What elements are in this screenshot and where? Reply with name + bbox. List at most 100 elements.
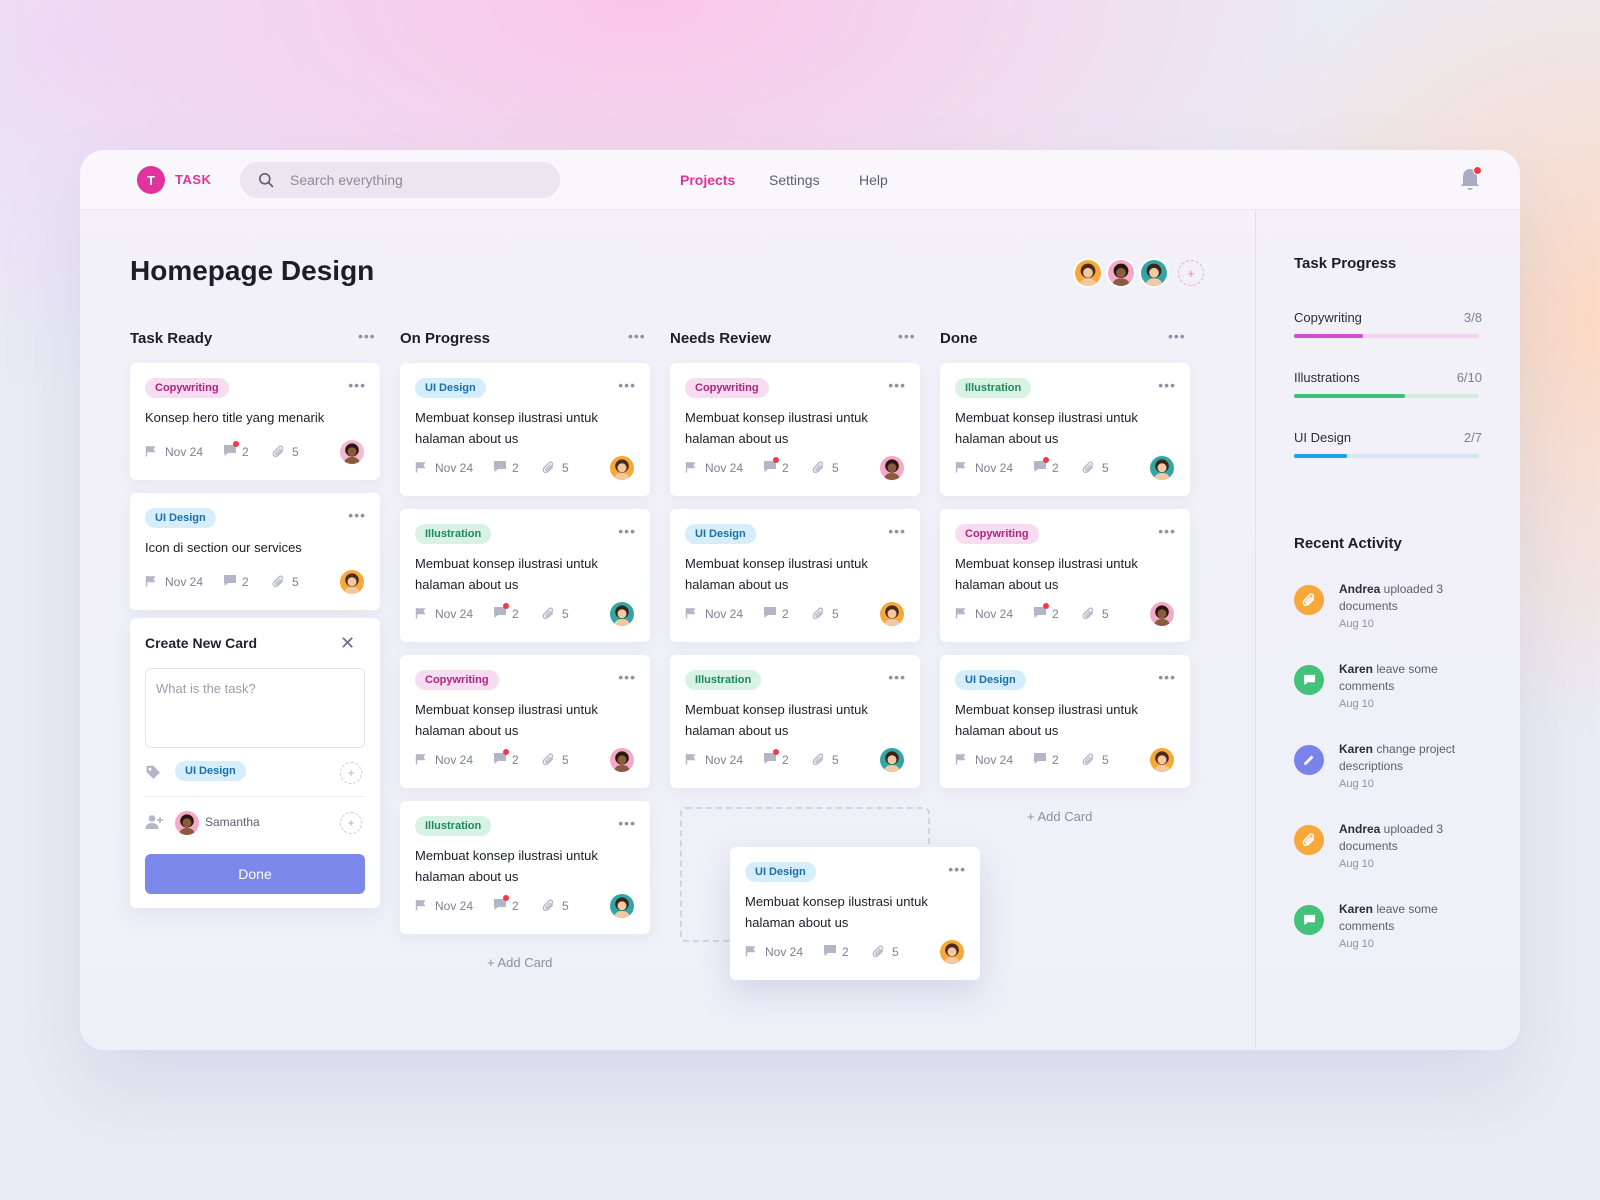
due-date: Nov 24 <box>705 461 744 475</box>
assignee-avatar[interactable] <box>880 602 904 626</box>
attachment-count: 5 <box>832 753 839 767</box>
comment-icon[interactable] <box>763 606 777 622</box>
task-tag[interactable]: UI Design <box>745 862 816 882</box>
paperclip-icon[interactable] <box>542 899 555 915</box>
card-meta: Nov 24 2 5 <box>745 942 965 962</box>
comment-icon[interactable] <box>223 574 237 590</box>
paperclip-icon[interactable] <box>1082 753 1095 769</box>
comment-icon[interactable] <box>1033 752 1047 768</box>
flag-icon <box>415 899 427 914</box>
paperclip-icon[interactable] <box>542 753 555 769</box>
task-card[interactable]: Copywriting ••• Membuat konsep ilustrasi u… <box>940 509 1190 642</box>
add-card-button[interactable]: + Add Card <box>1027 809 1092 824</box>
task-card[interactable]: UI Design ••• Icon di section our services… <box>130 493 380 610</box>
task-card[interactable]: Copywriting ••• Membuat konsep ilustrasi u… <box>400 655 650 788</box>
assignee-avatar[interactable] <box>610 748 634 772</box>
nav-projects[interactable]: Projects <box>680 172 735 188</box>
more-options-icon[interactable]: ••• <box>348 377 366 393</box>
assignee-avatar[interactable] <box>880 748 904 772</box>
assignee-avatar[interactable] <box>940 940 964 964</box>
more-options-icon[interactable]: ••• <box>888 669 906 685</box>
task-tag[interactable]: Copywriting <box>415 670 499 690</box>
activity-text: Andrea uploaded 3 documents <box>1339 581 1489 615</box>
more-options-icon[interactable]: ••• <box>1158 377 1176 393</box>
more-options-icon[interactable]: ••• <box>618 815 636 831</box>
task-card[interactable]: Illustration ••• Membuat konsep ilustrasi … <box>940 363 1190 496</box>
task-tag[interactable]: UI Design <box>685 524 756 544</box>
paperclip-icon[interactable] <box>1082 607 1095 623</box>
more-options-icon[interactable]: ••• <box>1158 669 1176 685</box>
done-button[interactable]: Done <box>145 854 365 894</box>
dragging-task-card[interactable]: UI Design ••• Membuat konsep ilustrasi unt… <box>730 847 980 980</box>
paperclip-icon[interactable] <box>542 607 555 623</box>
logo-text[interactable]: TASK <box>175 172 211 187</box>
assignee-avatar[interactable] <box>880 456 904 480</box>
selected-tag[interactable]: UI Design <box>175 761 246 781</box>
task-card[interactable]: Copywriting ••• Membuat konsep ilustrasi u… <box>670 363 920 496</box>
task-tag[interactable]: Copywriting <box>955 524 1039 544</box>
column-more-icon[interactable]: ••• <box>628 328 648 344</box>
add-card-button[interactable]: + Add Card <box>487 955 552 970</box>
more-options-icon[interactable]: ••• <box>888 377 906 393</box>
more-options-icon[interactable]: ••• <box>348 507 366 523</box>
nav-help[interactable]: Help <box>859 172 888 188</box>
add-assignee-button[interactable]: + <box>340 812 362 834</box>
task-tag[interactable]: Illustration <box>415 524 492 544</box>
search-bar[interactable] <box>240 162 560 198</box>
more-options-icon[interactable]: ••• <box>618 523 636 539</box>
task-card[interactable]: UI Design ••• Membuat konsep ilustrasi unt… <box>400 363 650 496</box>
paperclip-icon[interactable] <box>542 461 555 477</box>
task-tag[interactable]: Illustration <box>415 816 492 836</box>
task-tag[interactable]: UI Design <box>415 378 486 398</box>
task-card[interactable]: Illustration ••• Membuat konsep ilustrasi … <box>670 655 920 788</box>
column-more-icon[interactable]: ••• <box>1168 328 1188 344</box>
nav-settings[interactable]: Settings <box>769 172 820 188</box>
task-card[interactable]: Copywriting ••• Konsep hero title yang men… <box>130 363 380 480</box>
assignee-avatar[interactable] <box>1150 456 1174 480</box>
comment-icon[interactable] <box>823 944 837 960</box>
more-options-icon[interactable]: ••• <box>618 669 636 685</box>
assignee-avatar[interactable] <box>340 440 364 464</box>
task-tag[interactable]: Illustration <box>955 378 1032 398</box>
assignee-avatar[interactable] <box>340 570 364 594</box>
more-options-icon[interactable]: ••• <box>948 861 966 877</box>
more-options-icon[interactable]: ••• <box>618 377 636 393</box>
task-tag[interactable]: Copywriting <box>145 378 229 398</box>
assignee-avatar[interactable] <box>1150 602 1174 626</box>
task-card[interactable]: Illustration ••• Membuat konsep ilustrasi … <box>400 509 650 642</box>
task-card[interactable]: UI Design ••• Membuat konsep ilustrasi unt… <box>940 655 1190 788</box>
assignee-avatar[interactable] <box>1150 748 1174 772</box>
more-options-icon[interactable]: ••• <box>888 523 906 539</box>
paperclip-icon[interactable] <box>812 607 825 623</box>
progress-label: UI Design <box>1294 430 1352 445</box>
task-card[interactable]: UI Design ••• Membuat konsep ilustrasi unt… <box>670 509 920 642</box>
assignee-avatar[interactable] <box>610 602 634 626</box>
paperclip-icon[interactable] <box>272 575 285 591</box>
paperclip-icon[interactable] <box>272 445 285 461</box>
paperclip-icon[interactable] <box>812 461 825 477</box>
task-tag[interactable]: Illustration <box>685 670 762 690</box>
member-avatar[interactable] <box>1139 258 1169 288</box>
task-tag[interactable]: UI Design <box>955 670 1026 690</box>
assignee-avatar[interactable] <box>610 456 634 480</box>
paperclip-icon[interactable] <box>872 945 885 961</box>
task-card[interactable]: Illustration ••• Membuat konsep ilustrasi … <box>400 801 650 934</box>
member-avatar[interactable] <box>1073 258 1103 288</box>
column-more-icon[interactable]: ••• <box>358 328 378 344</box>
paperclip-icon[interactable] <box>1082 461 1095 477</box>
comment-icon[interactable] <box>493 460 507 476</box>
task-tag[interactable]: Copywriting <box>685 378 769 398</box>
member-avatar[interactable] <box>1106 258 1136 288</box>
attachment-count: 5 <box>562 753 569 767</box>
more-options-icon[interactable]: ••• <box>1158 523 1176 539</box>
task-tag[interactable]: UI Design <box>145 508 216 528</box>
close-icon[interactable]: ✕ <box>340 634 355 652</box>
column-more-icon[interactable]: ••• <box>898 328 918 344</box>
add-tag-button[interactable]: + <box>340 762 362 784</box>
logo-icon[interactable]: T <box>137 166 165 194</box>
add-member-button[interactable]: + <box>1178 260 1204 286</box>
task-input[interactable] <box>145 668 365 748</box>
paperclip-icon[interactable] <box>812 753 825 769</box>
assignee-avatar[interactable] <box>610 894 634 918</box>
search-input[interactable] <box>290 172 530 188</box>
